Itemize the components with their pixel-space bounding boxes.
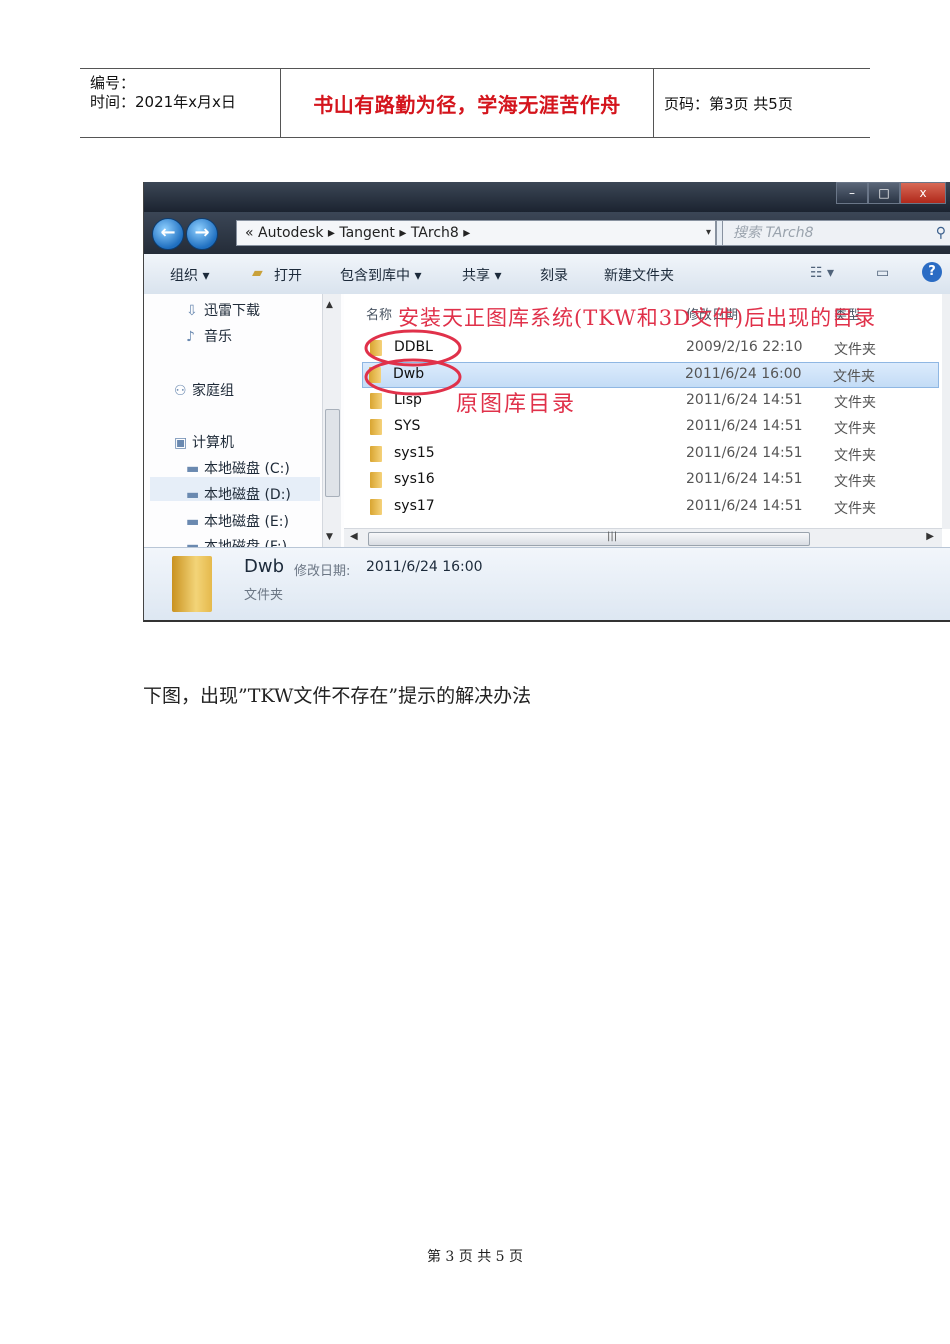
page-header: 编号： 时间：2021年x月x日 书山有路勤为径，学海无涯苦作舟 页码：第3页 … (80, 68, 870, 138)
number-label: 编号： (90, 74, 136, 92)
header-page-cell: 页码：第3页 共5页 (654, 69, 870, 137)
time-label: 时间：2021年x月x日 (90, 93, 236, 111)
motto: 书山有路勤为径，学海无涯苦作舟 (313, 92, 621, 117)
page-footer: 第 3 页 共 5 页 (426, 1249, 524, 1265)
body-caption: 下图，出现”TKW文件不存在”提示的解决办法 (143, 685, 532, 707)
annotation-original-library: 原图库目录 (456, 392, 577, 417)
explorer-screenshot: – □ x ← → « Autodesk ▸ Tangent ▸ TArch8 … (143, 182, 950, 622)
annotation-install-note: 安装天正图库系统(TKW和3D文件)后出现的目录 (398, 306, 877, 330)
page-info: 页码：第3页 共5页 (664, 94, 793, 113)
header-info-cell: 编号： 时间：2021年x月x日 (80, 69, 281, 137)
header-motto-cell: 书山有路勤为径，学海无涯苦作舟 (281, 69, 654, 137)
